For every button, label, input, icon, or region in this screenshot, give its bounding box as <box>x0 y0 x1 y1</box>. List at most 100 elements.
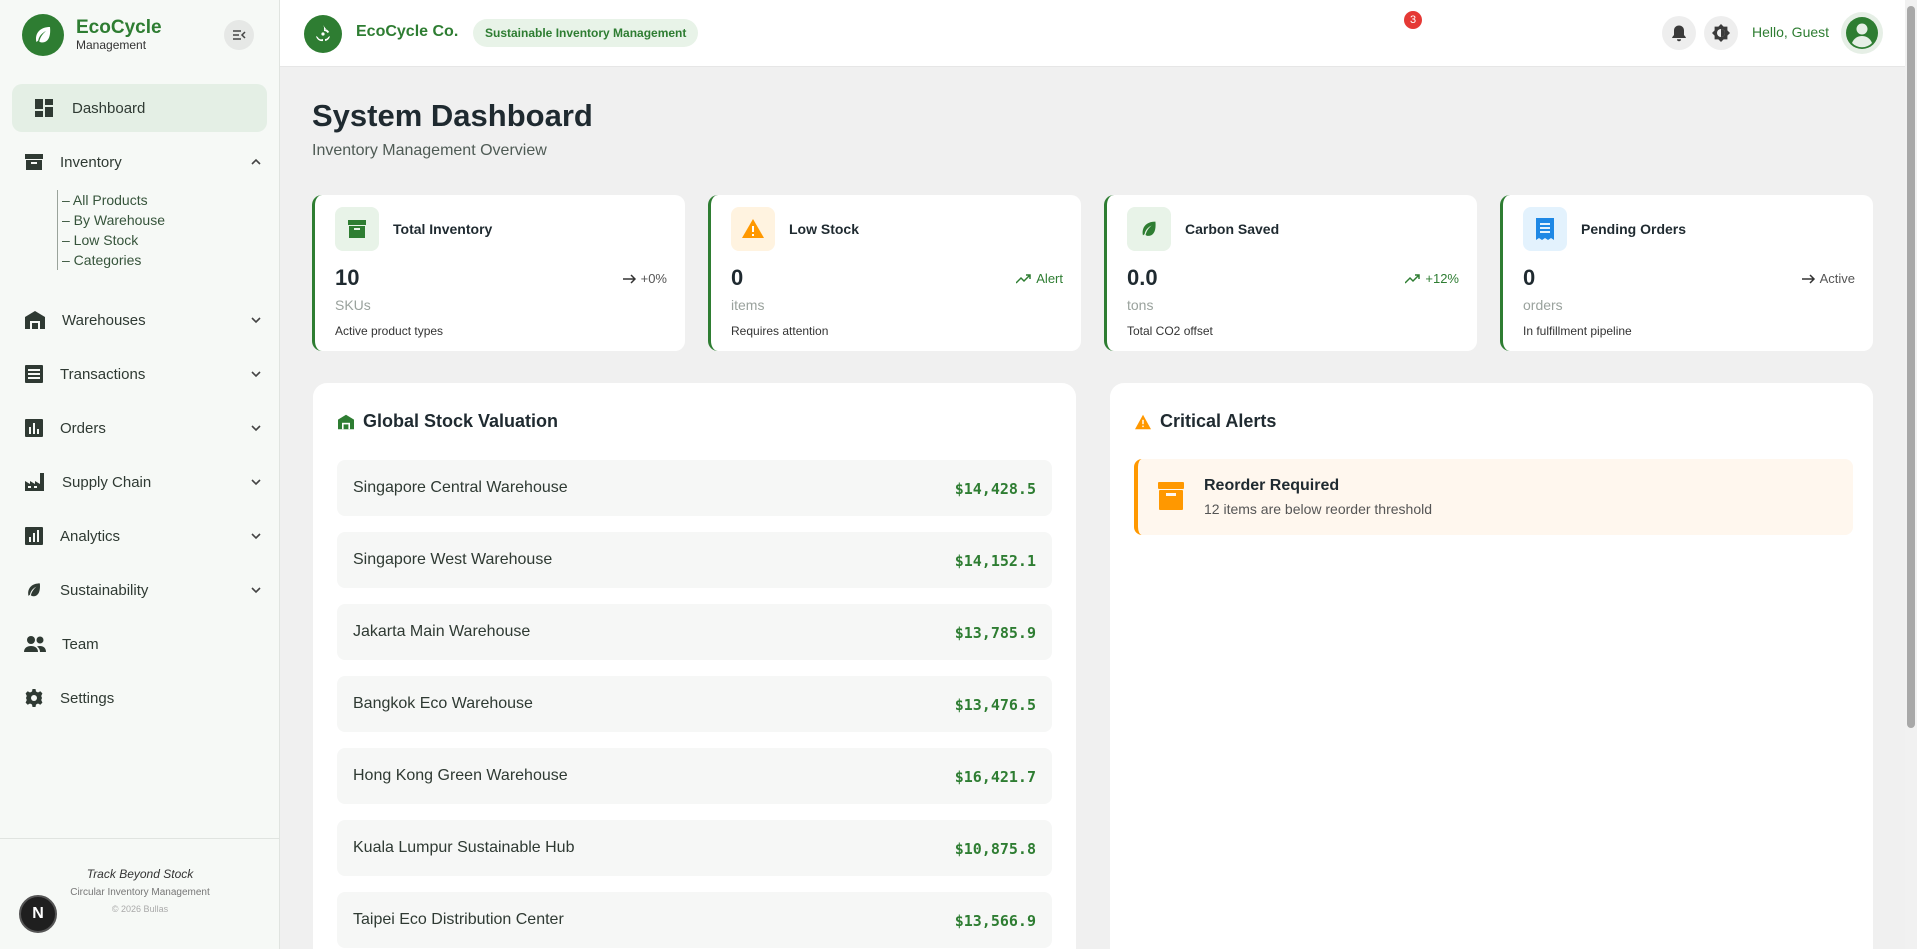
page-scrollbar[interactable] <box>1905 0 1917 949</box>
recycle-logo-icon[interactable] <box>304 15 342 53</box>
brand[interactable]: EcoCycle Management <box>22 14 162 56</box>
sidebar-item-label: Inventory <box>60 153 122 171</box>
sidebar-item-label: Analytics <box>60 527 121 545</box>
card-trend: +0% <box>622 271 667 286</box>
archive-icon <box>1158 482 1184 510</box>
warehouse-row[interactable]: Singapore Central Warehouse $14,428.5 <box>337 460 1052 516</box>
sidebar: EcoCycle Management Dashboard Inventory … <box>0 0 280 949</box>
submenu-item-low-stock[interactable]: – Low Stock <box>62 230 165 250</box>
warehouse-row[interactable]: Singapore West Warehouse $14,152.1 <box>337 532 1052 588</box>
chevron-down-icon <box>251 533 261 540</box>
sidebar-item-sustainability[interactable]: Sustainability <box>24 575 264 605</box>
receipt-icon <box>1523 207 1567 251</box>
factory-icon <box>25 473 44 491</box>
submenu-item-all-products[interactable]: – All Products <box>62 190 165 210</box>
sidebar-item-dashboard[interactable]: Dashboard <box>12 84 267 132</box>
warehouse-value: $14,152.1 <box>954 552 1036 570</box>
stat-card-carbon-saved[interactable]: Carbon Saved 0.0 tons Total CO2 offset +… <box>1104 195 1477 351</box>
trend-label: +0% <box>640 271 667 286</box>
chevron-down-icon <box>251 317 261 324</box>
card-title: Pending Orders <box>1581 221 1687 237</box>
dashboard-icon <box>35 99 53 117</box>
brand-subtitle: Management <box>76 37 147 52</box>
leaf-icon <box>1127 207 1171 251</box>
alert-title: Reorder Required <box>1204 477 1340 494</box>
chevron-down-icon <box>251 479 261 486</box>
sidebar-item-warehouses[interactable]: Warehouses <box>24 305 264 335</box>
chevron-up-icon <box>251 158 261 165</box>
stat-card-total-inventory[interactable]: Total Inventory 10 SKUs Active product t… <box>312 195 685 351</box>
sidebar-item-label: Sustainability <box>60 581 149 599</box>
sidebar-item-label: Dashboard <box>72 99 146 117</box>
sidebar-item-team[interactable]: Team <box>24 629 264 659</box>
stat-card-low-stock[interactable]: Low Stock 0 items Requires attention Ale… <box>708 195 1081 351</box>
card-unit: tons <box>1127 297 1154 313</box>
warehouse-row[interactable]: Kuala Lumpur Sustainable Hub $10,875.8 <box>337 820 1052 876</box>
trend-label: Active <box>1819 271 1855 286</box>
sidebar-item-transactions[interactable]: Transactions <box>24 359 264 389</box>
alert-item[interactable]: Reorder Required 12 items are below reor… <box>1134 459 1853 535</box>
analytics-icon <box>25 527 43 545</box>
warehouse-row[interactable]: Hong Kong Green Warehouse $16,421.7 <box>337 748 1052 804</box>
sidebar-item-inventory[interactable]: Inventory <box>24 147 264 177</box>
menu-collapse-icon <box>233 30 246 40</box>
submenu-item-categories[interactable]: – Categories <box>62 250 165 270</box>
trending-up-icon <box>1405 273 1421 284</box>
sidebar-item-analytics[interactable]: Analytics <box>24 521 264 551</box>
warehouse-name: Singapore West Warehouse <box>353 551 553 568</box>
card-description: In fulfillment pipeline <box>1523 324 1632 338</box>
card-unit: orders <box>1523 297 1563 313</box>
card-description: Requires attention <box>731 324 829 338</box>
warehouse-row[interactable]: Jakarta Main Warehouse $13,785.9 <box>337 604 1052 660</box>
warehouse-row[interactable]: Bangkok Eco Warehouse $13,476.5 <box>337 676 1052 732</box>
team-icon <box>24 636 46 652</box>
card-unit: items <box>731 297 765 313</box>
top-header: EcoCycle Co. Sustainable Inventory Manag… <box>280 0 1905 67</box>
panel-title: Critical Alerts <box>1134 411 1276 432</box>
company-name: EcoCycle Co. <box>356 23 459 40</box>
submenu-item-by-warehouse[interactable]: – By Warehouse <box>62 210 165 230</box>
card-description: Total CO2 offset <box>1127 324 1213 338</box>
leaf-logo-icon <box>22 14 64 56</box>
stock-valuation-panel: Global Stock Valuation Singapore Central… <box>313 383 1076 949</box>
sidebar-item-label: Team <box>62 635 99 653</box>
notifications-button[interactable] <box>1662 16 1696 50</box>
app-subtitle-pill: Sustainable Inventory Management <box>473 19 699 47</box>
warehouse-value: $10,875.8 <box>954 840 1036 858</box>
card-value: 0 <box>731 265 744 290</box>
trend-label: Alert <box>1036 271 1063 286</box>
user-avatar[interactable] <box>1841 12 1883 54</box>
page-title: System Dashboard <box>312 98 593 133</box>
archive-icon <box>335 207 379 251</box>
collapse-sidebar-button[interactable] <box>224 20 254 50</box>
sidebar-item-label: Orders <box>60 419 106 437</box>
account-icon <box>1846 17 1878 49</box>
sidebar-item-settings[interactable]: Settings <box>24 683 264 713</box>
warehouse-value: $13,566.9 <box>954 912 1036 930</box>
sidebar-item-orders[interactable]: Orders <box>24 413 264 443</box>
warehouse-name: Bangkok Eco Warehouse <box>353 695 533 712</box>
brand-title: EcoCycle <box>76 16 162 38</box>
card-description: Active product types <box>335 324 444 338</box>
arrow-right-icon <box>1801 273 1815 284</box>
chevron-down-icon <box>251 371 261 378</box>
sidebar-item-label: Settings <box>60 689 115 707</box>
card-trend: Alert <box>1016 271 1063 286</box>
chevron-down-icon <box>251 425 261 432</box>
scrollbar-thumb[interactable] <box>1907 6 1915 728</box>
card-title: Total Inventory <box>393 221 493 237</box>
user-greeting: Hello, Guest <box>1752 24 1830 40</box>
warning-icon <box>731 207 775 251</box>
dev-tools-badge[interactable]: N <box>19 895 57 933</box>
receipt-icon <box>25 365 43 383</box>
warehouse-row[interactable]: Taipei Eco Distribution Center $13,566.9 <box>337 892 1052 948</box>
sidebar-item-label: Warehouses <box>62 311 146 329</box>
sidebar-item-supply-chain[interactable]: Supply Chain <box>24 467 264 497</box>
warehouse-name: Taipei Eco Distribution Center <box>353 911 564 928</box>
card-unit: SKUs <box>335 297 371 313</box>
warehouse-name: Hong Kong Green Warehouse <box>353 767 568 784</box>
theme-toggle-button[interactable] <box>1704 16 1738 50</box>
stat-card-pending-orders[interactable]: Pending Orders 0 orders In fulfillment p… <box>1500 195 1873 351</box>
card-value: 0.0 <box>1127 265 1158 290</box>
footer-tagline: Track Beyond Stock <box>86 867 194 881</box>
